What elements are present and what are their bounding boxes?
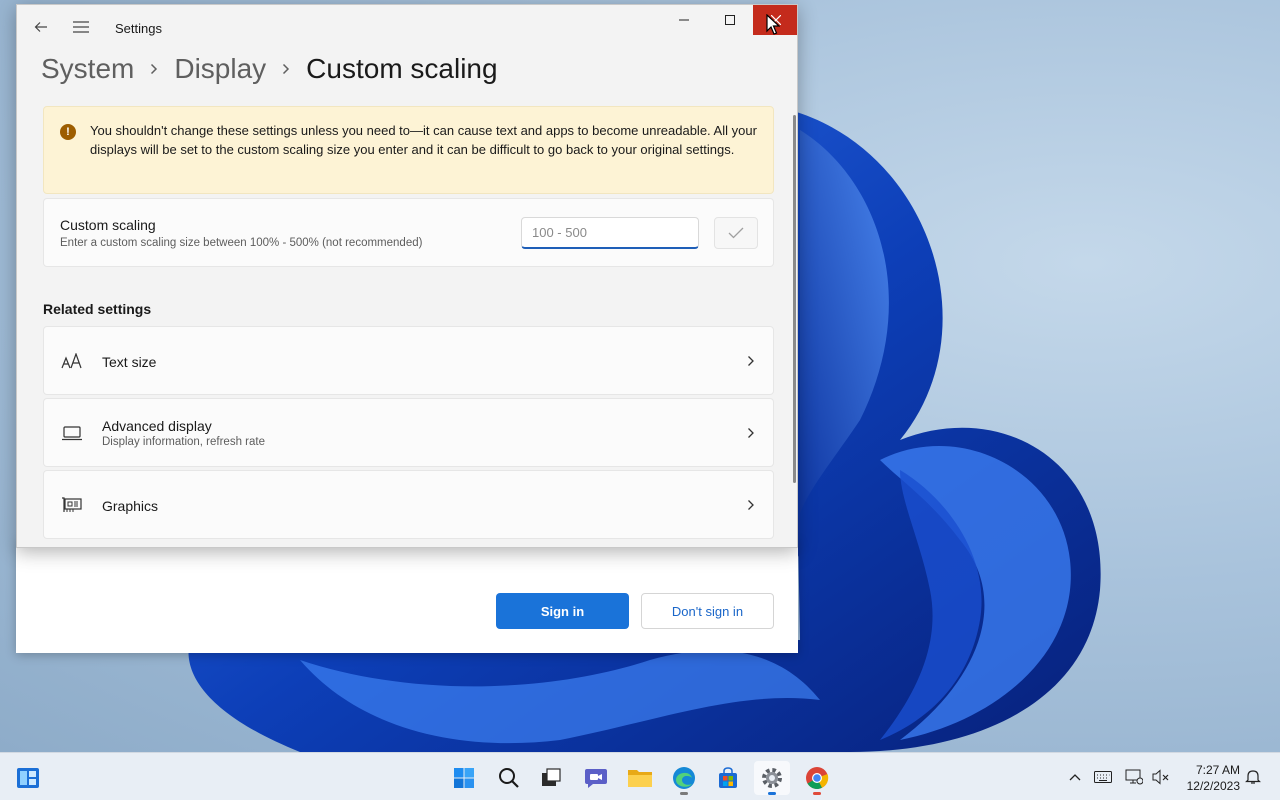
breadcrumb-display[interactable]: Display xyxy=(174,53,266,85)
file-explorer-button[interactable] xyxy=(622,761,658,795)
warning-infobar: ! You shouldn't change these settings un… xyxy=(43,106,774,194)
store-button[interactable] xyxy=(710,761,746,795)
chevron-up-icon xyxy=(1069,774,1081,781)
app-title: Settings xyxy=(115,21,162,36)
show-hidden-icons-button[interactable] xyxy=(1065,767,1085,787)
back-arrow-icon xyxy=(34,22,47,32)
speaker-muted-icon xyxy=(1152,769,1169,785)
settings-taskbar-button[interactable] xyxy=(754,761,790,795)
maximize-icon xyxy=(725,15,735,25)
clock[interactable]: 7:27 AM 12/2/2023 xyxy=(1178,762,1240,794)
back-button[interactable] xyxy=(29,15,53,39)
settings-gear-icon xyxy=(762,768,782,788)
running-indicator xyxy=(813,792,821,795)
title-bar: Settings xyxy=(17,5,797,49)
minimize-icon xyxy=(679,19,689,21)
taskbar: 7:27 AM 12/2/2023 xyxy=(0,752,1280,800)
windows-start-icon xyxy=(454,768,474,788)
custom-scaling-title: Custom scaling xyxy=(60,217,156,233)
custom-scaling-card: Custom scaling Enter a custom scaling si… xyxy=(43,198,774,267)
warning-text: You shouldn't change these settings unle… xyxy=(90,123,757,157)
related-item-label: Text size xyxy=(102,354,157,370)
search-icon xyxy=(499,768,519,788)
notifications-button[interactable] xyxy=(1243,767,1263,787)
custom-scaling-description: Enter a custom scaling size between 100%… xyxy=(60,237,423,249)
edge-browser-icon xyxy=(673,767,695,789)
clock-time: 7:27 AM xyxy=(1195,763,1240,777)
folder-icon xyxy=(628,770,652,787)
hamburger-menu-icon xyxy=(73,21,89,33)
warning-icon: ! xyxy=(60,124,76,140)
clock-date: 12/2/2023 xyxy=(1186,779,1240,793)
apply-scaling-button[interactable] xyxy=(714,217,758,249)
related-item-subtitle: Display information, refresh rate xyxy=(102,436,265,448)
breadcrumb: System Display Custom scaling xyxy=(41,49,498,89)
search-button[interactable] xyxy=(491,761,527,795)
custom-scaling-input[interactable] xyxy=(521,217,699,249)
related-item-label: Graphics xyxy=(102,498,159,514)
related-settings-heading: Related settings xyxy=(43,301,152,317)
chat-icon xyxy=(585,769,607,788)
network-button[interactable] xyxy=(1124,767,1144,787)
maximize-button[interactable] xyxy=(707,5,753,35)
related-item-label: Advanced display xyxy=(102,418,212,434)
sign-in-button[interactable]: Sign in xyxy=(496,593,629,629)
store-bag-icon xyxy=(719,767,737,788)
running-indicator xyxy=(680,792,688,795)
keyboard-button[interactable] xyxy=(1093,767,1113,787)
vertical-scrollbar[interactable] xyxy=(793,115,796,483)
breadcrumb-system[interactable]: System xyxy=(41,53,134,85)
signin-dialog: Sign in Don't sign in xyxy=(16,540,798,653)
network-icon xyxy=(1125,769,1143,785)
breadcrumb-separator-icon xyxy=(150,63,158,75)
active-indicator xyxy=(768,792,776,795)
monitor-icon xyxy=(60,422,84,444)
breadcrumb-separator-icon xyxy=(282,63,290,75)
graphics-card-icon xyxy=(60,494,84,516)
start-button[interactable] xyxy=(446,761,482,795)
volume-button[interactable] xyxy=(1151,767,1171,787)
notification-bell-icon xyxy=(1245,770,1261,784)
chevron-right-icon xyxy=(744,353,758,369)
chrome-button[interactable] xyxy=(799,761,835,795)
minimize-button[interactable] xyxy=(661,5,707,35)
related-item-text-size[interactable]: Text size xyxy=(43,326,774,395)
task-view-icon xyxy=(542,768,561,786)
chevron-right-icon xyxy=(744,497,758,513)
mouse-cursor-icon xyxy=(766,14,780,35)
chrome-browser-icon xyxy=(806,767,829,789)
related-item-graphics[interactable]: Graphics xyxy=(43,470,774,539)
widgets-button[interactable] xyxy=(10,761,46,795)
widgets-icon xyxy=(17,768,39,788)
keyboard-icon xyxy=(1094,771,1112,783)
settings-window: Settings System Display Custom scaling !… xyxy=(16,4,798,548)
edge-button[interactable] xyxy=(666,761,702,795)
checkmark-icon xyxy=(728,227,744,239)
text-size-icon xyxy=(60,350,84,372)
task-view-button[interactable] xyxy=(533,761,569,795)
page-title: Custom scaling xyxy=(306,53,498,84)
chat-button[interactable] xyxy=(578,761,614,795)
chevron-right-icon xyxy=(744,425,758,441)
related-item-advanced-display[interactable]: Advanced display Display information, re… xyxy=(43,398,774,467)
dont-sign-in-button[interactable]: Don't sign in xyxy=(641,593,774,629)
navigation-menu-button[interactable] xyxy=(69,15,93,39)
